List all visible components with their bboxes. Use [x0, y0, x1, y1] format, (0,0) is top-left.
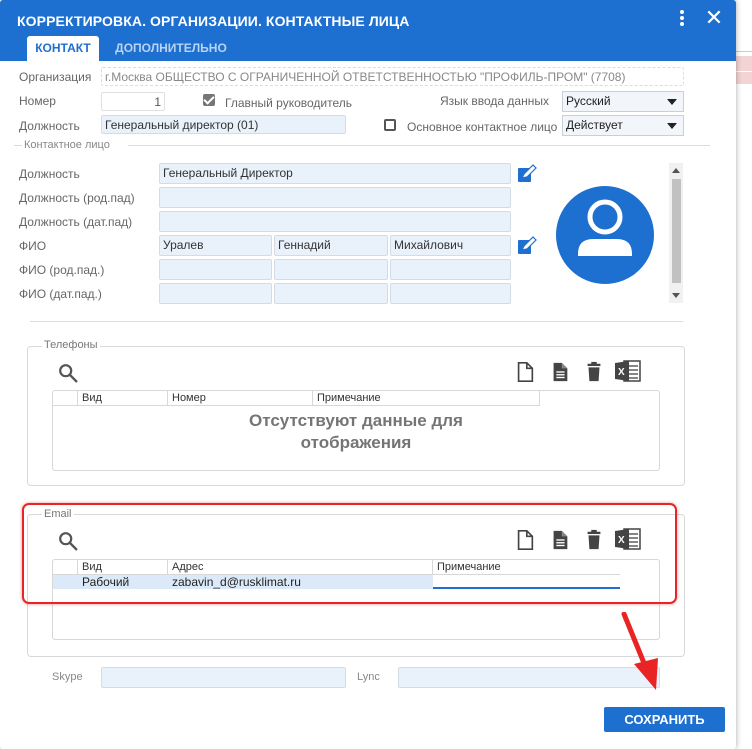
skype-field[interactable]: [101, 667, 346, 688]
tab-contact[interactable]: КОНТАКТ: [27, 36, 99, 61]
search-icon[interactable]: [57, 361, 79, 385]
phones-legend: Телефоны: [42, 339, 100, 351]
chevron-down-icon: [667, 99, 677, 105]
surname-genitive-field[interactable]: [159, 259, 272, 280]
scroll-up-icon[interactable]: [672, 168, 680, 173]
contact-scrollbar[interactable]: [669, 163, 683, 303]
column-header-type[interactable]: Вид: [78, 391, 168, 405]
skype-label: Skype: [52, 671, 83, 683]
first-name-dative-field[interactable]: [274, 283, 388, 304]
fio-genitive-label: ФИО (род.пад.): [19, 263, 105, 277]
column-header-marker: [53, 391, 78, 405]
scroll-thumb[interactable]: [672, 179, 681, 283]
excel-export-icon[interactable]: X: [614, 359, 642, 383]
chevron-down-icon: [667, 123, 677, 129]
kebab-menu-icon[interactable]: [676, 10, 688, 30]
contact-position-label: Должность: [19, 167, 80, 181]
patronymic-dative-field[interactable]: [390, 283, 511, 304]
dialog-header: КОРРЕКТИРОВКА. ОРГАНИЗАЦИИ. КОНТАКТНЫЕ Л…: [0, 0, 736, 61]
position-genitive-field[interactable]: [159, 187, 511, 208]
position-dative-field[interactable]: [159, 211, 511, 232]
organization-label: Организация: [19, 70, 92, 84]
main-contact-label: Основное контактное лицо: [407, 120, 558, 134]
patronymic-genitive-field[interactable]: [390, 259, 511, 280]
input-language-select[interactable]: Русский: [562, 91, 684, 112]
position-dative-label: Должность (дат.пад): [19, 215, 133, 229]
surname-dative-field[interactable]: [159, 283, 272, 304]
column-header-number[interactable]: Номер: [168, 391, 313, 405]
organization-field[interactable]: г.Москва ОБЩЕСТВО С ОГРАНИЧЕННОЙ ОТВЕТСТ…: [101, 67, 684, 86]
empty-message-line2: отображения: [300, 433, 412, 452]
input-language-value: Русский: [566, 94, 611, 108]
section-divider: [14, 145, 22, 146]
lync-label: Lync: [357, 671, 380, 683]
svg-text:X: X: [618, 367, 625, 378]
number-label: Номер: [19, 94, 56, 108]
head-checkbox-label: Главный руководитель: [225, 96, 353, 110]
empty-message: Отсутствуют данные для отображения: [53, 410, 659, 454]
edit-icon[interactable]: [517, 236, 537, 256]
surname-field[interactable]: Уралев: [159, 235, 272, 256]
save-button[interactable]: СОХРАНИТЬ: [604, 707, 725, 732]
position-label: Должность: [19, 119, 80, 133]
main-contact-checkbox[interactable]: [384, 119, 396, 131]
input-language-label: Язык ввода данных: [440, 94, 549, 108]
scroll-down-icon[interactable]: [672, 293, 680, 298]
edit-icon[interactable]: [517, 164, 537, 184]
position-genitive-label: Должность (род.пад): [19, 191, 135, 205]
tab-additional[interactable]: ДОПОЛНИТЕЛЬНО: [110, 36, 232, 61]
dialog-title: КОРРЕКТИРОВКА. ОРГАНИЗАЦИИ. КОНТАКТНЫЕ Л…: [17, 13, 410, 29]
head-checkbox[interactable]: [203, 94, 215, 106]
phones-table[interactable]: Вид Номер Примечание Отсутствуют данные …: [52, 390, 660, 471]
header-divider: [53, 405, 540, 406]
fio-label: ФИО: [19, 239, 47, 253]
edit-contact-dialog: КОРРЕКТИРОВКА. ОРГАНИЗАЦИИ. КОНТАКТНЫЕ Л…: [0, 0, 736, 749]
contact-section-label: Контактное лицо: [24, 139, 110, 151]
status-select[interactable]: Действует: [562, 115, 684, 136]
section-divider: [30, 321, 683, 322]
patronymic-field[interactable]: Михайлович: [390, 235, 511, 256]
section-divider: [128, 145, 710, 146]
first-name-genitive-field[interactable]: [274, 259, 388, 280]
edit-document-icon[interactable]: [549, 360, 571, 384]
first-name-field[interactable]: Геннадий: [274, 235, 388, 256]
status-value: Действует: [566, 118, 623, 132]
new-document-icon[interactable]: [514, 360, 536, 384]
background-page: [736, 40, 752, 100]
column-header-note[interactable]: Примечание: [313, 391, 540, 405]
user-avatar-icon[interactable]: [556, 186, 654, 284]
highlight-frame: [22, 503, 677, 604]
number-field[interactable]: 1: [101, 92, 165, 111]
fio-dative-label: ФИО (дат.пад.): [19, 287, 102, 301]
close-icon[interactable]: ✕: [703, 8, 725, 30]
empty-message-line1: Отсутствуют данные для: [249, 411, 463, 430]
position-field[interactable]: Генеральный директор (01): [101, 115, 346, 134]
contact-position-field[interactable]: Генеральный Директор: [159, 163, 511, 184]
delete-icon[interactable]: [583, 360, 605, 384]
annotation-arrow-icon: [621, 612, 658, 690]
